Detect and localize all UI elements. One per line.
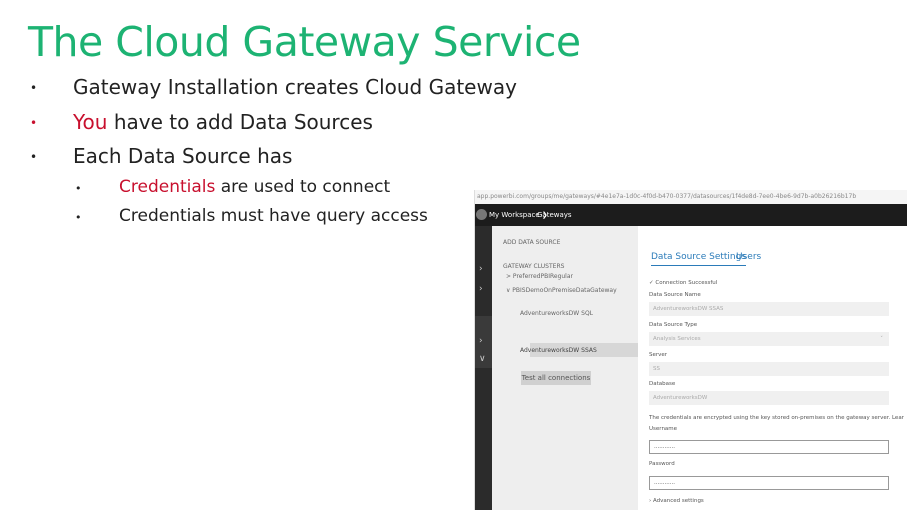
chevron-down-icon: ˅	[880, 336, 883, 342]
data-source-name-field[interactable]: AdventureworksDW SSAS	[649, 302, 889, 316]
data-source-name-label: Data Source Name	[649, 292, 701, 298]
database-field[interactable]: AdventureworksDW	[649, 391, 889, 405]
tab-users[interactable]: Users	[736, 252, 761, 262]
chevron-right-icon[interactable]: ›	[479, 284, 483, 294]
top-bar: My Workspace ❯ Gateways	[475, 204, 907, 226]
server-label: Server	[649, 352, 668, 358]
bullet-glyph: •	[30, 81, 38, 95]
server-field[interactable]: SS	[649, 362, 889, 376]
username-label: Username	[649, 426, 678, 432]
sub-bullet-text: are used to connect	[215, 177, 391, 197]
add-data-source-link[interactable]: ADD DATA SOURCE	[503, 239, 560, 246]
gateway-cluster-item[interactable]: > PreferredPBIRegular	[506, 273, 573, 280]
chevron-down-icon[interactable]: ∨	[479, 354, 486, 364]
bullet-lead: You	[73, 110, 108, 134]
breadcrumb-page: Gateways	[537, 211, 572, 219]
data-source-type-select[interactable]: Analysis Services ˅	[649, 332, 889, 346]
advanced-settings-toggle[interactable]: › Advanced settings	[649, 498, 704, 504]
chevron-right-icon[interactable]: ›	[479, 336, 483, 346]
bullet-glyph: •	[75, 182, 82, 195]
gateway-screenshot: app.powerbi.com/groups/me/gateways/#4e1e…	[474, 190, 907, 510]
credentials-note: The credentials are encrypted using the …	[649, 415, 904, 421]
data-source-item-selected[interactable]: AdventureworksDW SSAS	[520, 347, 597, 354]
address-bar[interactable]: app.powerbi.com/groups/me/gateways/#4e1e…	[475, 190, 907, 204]
data-source-type-label: Data Source Type	[649, 322, 698, 328]
gateway-cluster-item[interactable]: ∨ PBISDemoOnPremiseDataGateway	[506, 287, 617, 294]
connection-status: ✓ Connection Successful	[649, 280, 718, 286]
bullet-glyph: •	[30, 150, 38, 164]
username-field[interactable]: ············	[649, 440, 889, 454]
data-source-settings-panel: Data Source Settings Users ✓ Connection …	[638, 226, 907, 510]
password-label: Password	[649, 461, 675, 467]
left-nav: › › › ∨	[475, 226, 492, 510]
sub-bullet-text: Credentials must have query access	[119, 206, 428, 226]
bullet-text: have to add Data Sources	[107, 110, 373, 134]
sub-bullet-lead: Credentials	[119, 177, 216, 197]
chevron-right-icon[interactable]: ›	[479, 264, 483, 274]
database-label: Database	[649, 381, 676, 387]
bullet-text: Gateway Installation creates Cloud Gatew…	[73, 75, 517, 99]
avatar[interactable]	[476, 209, 487, 220]
slide-title: The Cloud Gateway Service	[28, 18, 581, 66]
gateway-list: ADD DATA SOURCE GATEWAY CLUSTERS > Prefe…	[492, 226, 638, 510]
data-source-item[interactable]: AdventureworksDW SQL	[520, 310, 593, 317]
bullet-glyph: •	[30, 116, 38, 130]
password-field[interactable]: ············	[649, 476, 889, 490]
bullet-text: Each Data Source has	[73, 144, 293, 168]
test-connections-button[interactable]: Test all connections	[521, 371, 591, 385]
tab-data-source-settings[interactable]: Data Source Settings	[651, 252, 747, 266]
bullet-glyph: •	[75, 211, 82, 224]
gateway-clusters-heading: GATEWAY CLUSTERS	[503, 263, 565, 270]
